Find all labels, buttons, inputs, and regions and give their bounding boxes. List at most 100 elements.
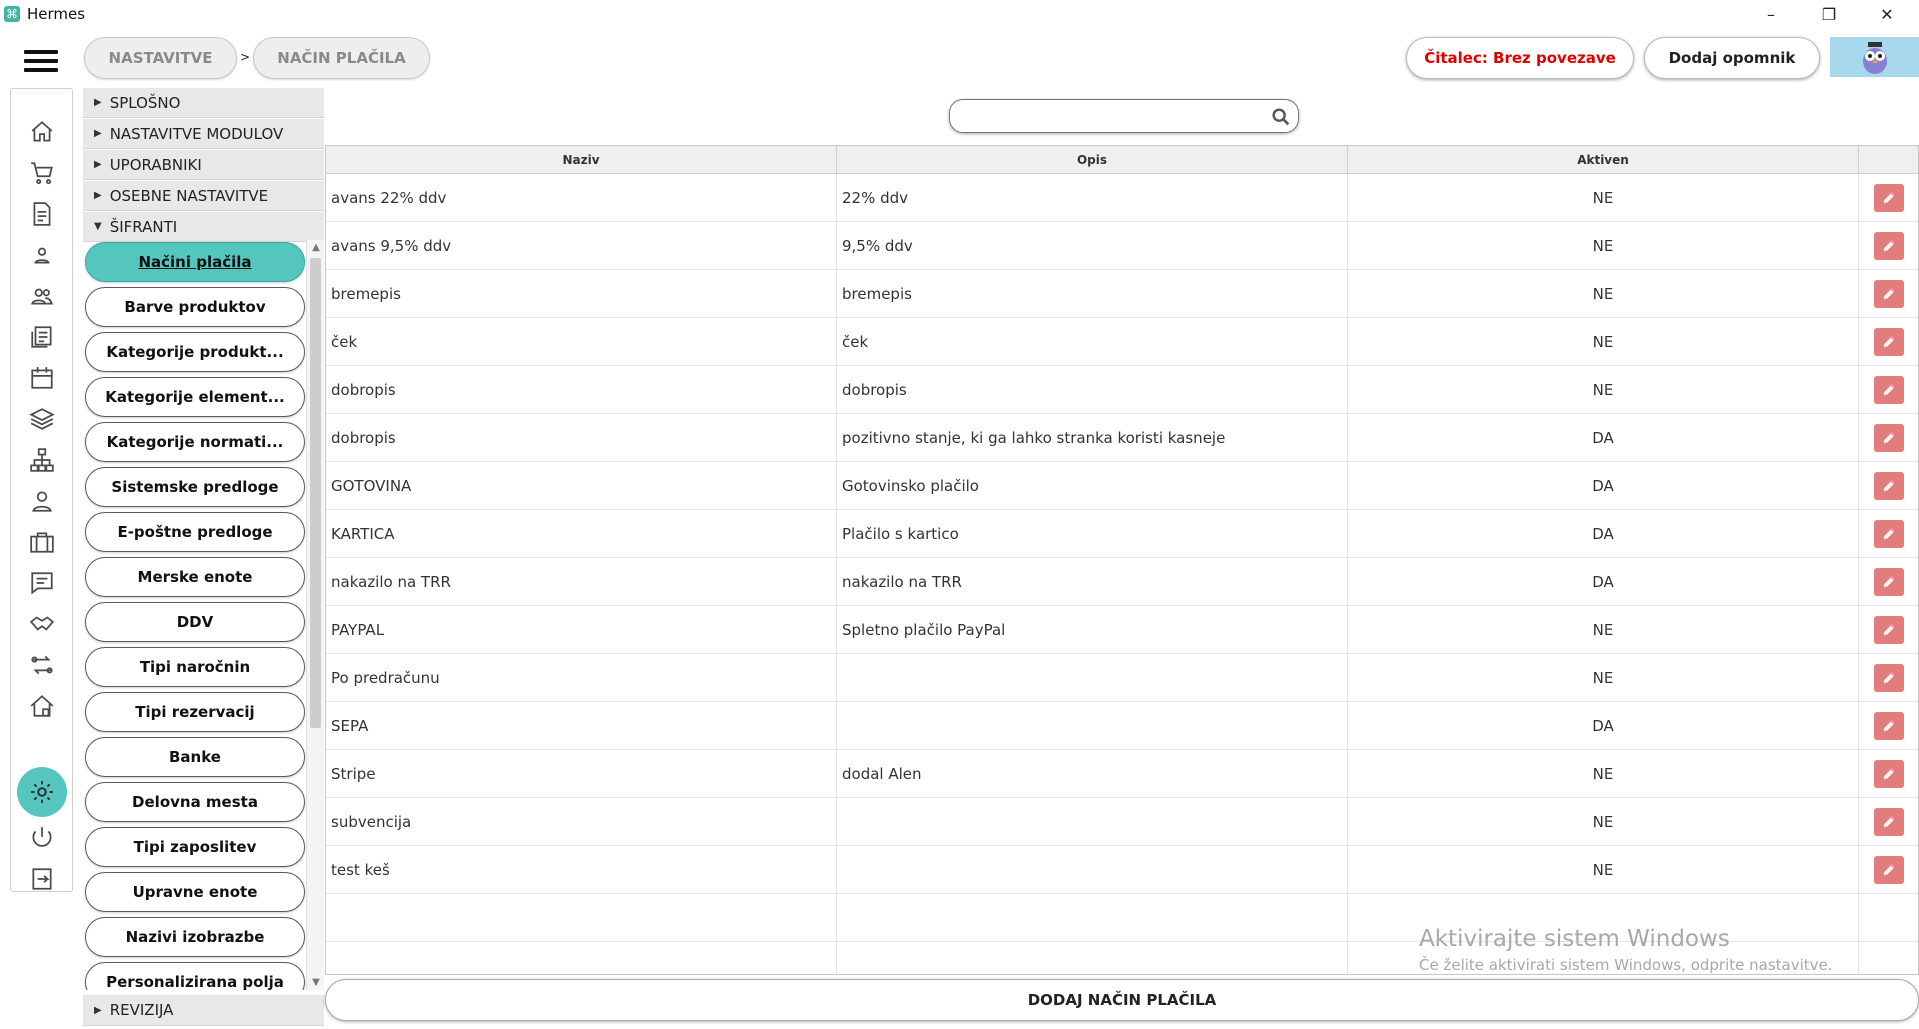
edit-icon[interactable] bbox=[1874, 760, 1904, 788]
search-input[interactable] bbox=[949, 99, 1299, 133]
table-row[interactable]: KARTICA Plačilo s kartico DA bbox=[326, 510, 1918, 558]
sifranti-item[interactable]: Kategorije produkt... bbox=[85, 332, 305, 372]
sifranti-item[interactable]: Delovna mesta bbox=[85, 782, 305, 822]
sifranti-item[interactable]: Personalizirana polja bbox=[85, 962, 305, 990]
owl-avatar-icon bbox=[1862, 42, 1887, 74]
edit-icon[interactable] bbox=[1874, 712, 1904, 740]
sifranti-item[interactable]: Upravne enote bbox=[85, 872, 305, 912]
tree-section-label: SPLOŠNO bbox=[109, 93, 181, 112]
power-icon[interactable] bbox=[27, 823, 57, 853]
cell-empty bbox=[837, 942, 1348, 974]
table-row[interactable]: bremepis bremepis NE bbox=[326, 270, 1918, 318]
edit-icon[interactable] bbox=[1874, 424, 1904, 452]
search-icon[interactable] bbox=[1270, 106, 1292, 128]
table-row[interactable]: ček ček NE bbox=[326, 318, 1918, 366]
sifranti-item[interactable]: Tipi zaposlitev bbox=[85, 827, 305, 867]
sifranti-item[interactable]: Tipi naročnin bbox=[85, 647, 305, 687]
document-icon[interactable] bbox=[27, 199, 57, 229]
column-header-naziv[interactable]: Naziv bbox=[326, 146, 837, 174]
person-icon[interactable] bbox=[27, 240, 57, 270]
table-row[interactable]: dobropis pozitivno stanje, ki ga lahko st… bbox=[326, 414, 1918, 462]
table-row[interactable]: subvencija NE bbox=[326, 798, 1918, 846]
sifranti-item[interactable]: Merske enote bbox=[85, 557, 305, 597]
edit-icon[interactable] bbox=[1874, 376, 1904, 404]
table-row[interactable]: Stripe dodal Alen NE bbox=[326, 750, 1918, 798]
sifranti-item[interactable]: E-poštne predloge bbox=[85, 512, 305, 552]
payment-methods-table: Naziv Opis Aktiven avans 22% ddv 22% ddv N… bbox=[325, 145, 1919, 975]
scrollbar-thumb[interactable] bbox=[310, 258, 321, 728]
cell-naziv: Po predračunu bbox=[326, 654, 837, 702]
edit-icon[interactable] bbox=[1874, 856, 1904, 884]
scroll-down-icon[interactable]: ▼ bbox=[307, 977, 325, 988]
table-row[interactable]: SEPA DA bbox=[326, 702, 1918, 750]
tree-section-revizija[interactable]: ▶ REVIZIJA bbox=[83, 995, 324, 1026]
cell-opis: 22% ddv bbox=[837, 174, 1348, 222]
chat-icon[interactable] bbox=[27, 568, 57, 598]
table-row[interactable]: PAYPAL Spletno plačilo PayPal NE bbox=[326, 606, 1918, 654]
reader-status-button[interactable]: Čitalec: Brez povezave bbox=[1406, 37, 1634, 79]
user-badge-icon[interactable] bbox=[27, 486, 57, 516]
table-row[interactable]: dobropis dobropis NE bbox=[326, 366, 1918, 414]
hamburger-menu-icon[interactable] bbox=[24, 50, 58, 74]
network-icon[interactable] bbox=[27, 445, 57, 475]
handshake-icon[interactable] bbox=[27, 609, 57, 639]
sifranti-item[interactable]: DDV bbox=[85, 602, 305, 642]
tree-section-uporabniki[interactable]: ▶ UPORABNIKI bbox=[83, 150, 324, 180]
restore-icon[interactable]: ❐ bbox=[1800, 0, 1858, 28]
calendar-icon[interactable] bbox=[27, 363, 57, 393]
tree-section-nastavitve-modulov[interactable]: ▶ NASTAVITVE MODULOV bbox=[83, 119, 324, 149]
sifranti-item[interactable]: Banke bbox=[85, 737, 305, 777]
tree-section-splosno[interactable]: ▶ SPLOŠNO bbox=[83, 88, 324, 118]
edit-icon[interactable] bbox=[1874, 520, 1904, 548]
table-row[interactable]: Po predračunu NE bbox=[326, 654, 1918, 702]
edit-icon[interactable] bbox=[1874, 568, 1904, 596]
tree-scrollbar[interactable]: ▲ ▼ bbox=[306, 240, 324, 990]
minimize-icon[interactable]: – bbox=[1742, 0, 1800, 28]
table-row[interactable]: avans 9,5% ddv 9,5% ddv NE bbox=[326, 222, 1918, 270]
avatar[interactable] bbox=[1830, 37, 1919, 77]
breadcrumb-nacin-placila[interactable]: NAČIN PLAČILA bbox=[253, 37, 430, 79]
table-row[interactable]: GOTOVINA Gotovinsko plačilo DA bbox=[326, 462, 1918, 510]
layers-icon[interactable] bbox=[27, 404, 57, 434]
sifranti-item[interactable]: Kategorije normati... bbox=[85, 422, 305, 462]
edit-icon[interactable] bbox=[1874, 616, 1904, 644]
edit-icon[interactable] bbox=[1874, 664, 1904, 692]
sifranti-item[interactable]: Nazivi izobrazbe bbox=[85, 917, 305, 957]
column-header-aktiven[interactable]: Aktiven bbox=[1348, 146, 1859, 174]
logout-icon[interactable] bbox=[27, 864, 57, 894]
tree-section-sifranti[interactable]: ▼ ŠIFRANTI bbox=[83, 212, 324, 242]
list-icon[interactable] bbox=[27, 322, 57, 352]
transfer-icon[interactable] bbox=[27, 650, 57, 680]
tree-section-osebne-nastavitve[interactable]: ▶ OSEBNE NASTAVITVE bbox=[83, 181, 324, 211]
settings-icon[interactable] bbox=[27, 777, 57, 807]
table-row[interactable]: test keš NE bbox=[326, 846, 1918, 894]
table-row[interactable]: avans 22% ddv 22% ddv NE bbox=[326, 174, 1918, 222]
sifranti-item[interactable]: Barve produktov bbox=[85, 287, 305, 327]
scroll-up-icon[interactable]: ▲ bbox=[307, 242, 325, 253]
cell-opis: Plačilo s kartico bbox=[837, 510, 1348, 558]
table-row[interactable]: nakazilo na TRR nakazilo na TRR DA bbox=[326, 558, 1918, 606]
column-header-opis[interactable]: Opis bbox=[837, 146, 1348, 174]
cell-naziv: SEPA bbox=[326, 702, 837, 750]
add-reminder-button[interactable]: Dodaj opomnik bbox=[1644, 37, 1820, 79]
edit-icon[interactable] bbox=[1874, 328, 1904, 356]
edit-icon[interactable] bbox=[1874, 808, 1904, 836]
home-icon[interactable] bbox=[27, 117, 57, 147]
edit-icon[interactable] bbox=[1874, 232, 1904, 260]
sifranti-item[interactable]: Tipi rezervacij bbox=[85, 692, 305, 732]
add-payment-method-button[interactable]: DODAJ NAČIN PLAČILA bbox=[325, 979, 1919, 1021]
people-icon[interactable] bbox=[27, 281, 57, 311]
briefcase-icon[interactable] bbox=[27, 527, 57, 557]
sifranti-item[interactable]: Sistemske predloge bbox=[85, 467, 305, 507]
sifranti-item[interactable]: Načini plačila bbox=[85, 242, 305, 282]
edit-icon[interactable] bbox=[1874, 472, 1904, 500]
breadcrumb-nastavitve[interactable]: NASTAVITVE bbox=[84, 37, 237, 79]
edit-icon[interactable] bbox=[1874, 184, 1904, 212]
edit-icon[interactable] bbox=[1874, 280, 1904, 308]
cell-naziv: subvencija bbox=[326, 798, 837, 846]
cell-aktiven: DA bbox=[1348, 558, 1859, 606]
sifranti-item[interactable]: Kategorije element... bbox=[85, 377, 305, 417]
close-icon[interactable]: ✕ bbox=[1858, 0, 1916, 28]
cart-icon[interactable] bbox=[27, 158, 57, 188]
house-icon[interactable] bbox=[27, 691, 57, 721]
